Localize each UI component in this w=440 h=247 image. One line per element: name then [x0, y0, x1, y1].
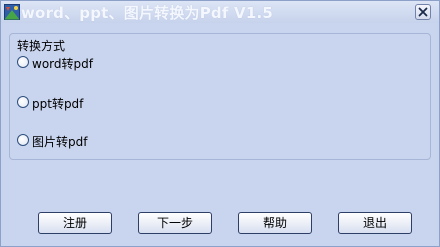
dialog-body: 转换方式 word转pdf ppt转pdf 图片转pdf 注册 下一步 帮助 退… [1, 23, 439, 246]
radio-button-icon[interactable] [17, 56, 29, 68]
conversion-mode-group: 转换方式 word转pdf ppt转pdf 图片转pdf [9, 33, 431, 160]
dialog-window: word、ppt、图片转换为Pdf V1.5 转换方式 word转pdf ppt… [0, 0, 440, 247]
radio-label-ppt: ppt转pdf [32, 97, 84, 111]
group-label: 转换方式 [15, 37, 68, 54]
help-button[interactable]: 帮助 [238, 212, 312, 234]
radio-label-word: word转pdf [32, 57, 93, 71]
title-bar[interactable]: word、ppt、图片转换为Pdf V1.5 [1, 1, 439, 23]
radio-button-icon[interactable] [17, 96, 29, 108]
app-icon [4, 4, 20, 20]
radio-button-icon[interactable] [17, 134, 29, 146]
register-button[interactable]: 注册 [38, 212, 112, 234]
radio-label-image: 图片转pdf [32, 135, 88, 149]
close-icon [418, 7, 428, 17]
close-button[interactable] [415, 4, 431, 20]
window-title: word、ppt、图片转换为Pdf V1.5 [21, 4, 274, 22]
next-button[interactable]: 下一步 [138, 212, 212, 234]
exit-button[interactable]: 退出 [338, 212, 412, 234]
